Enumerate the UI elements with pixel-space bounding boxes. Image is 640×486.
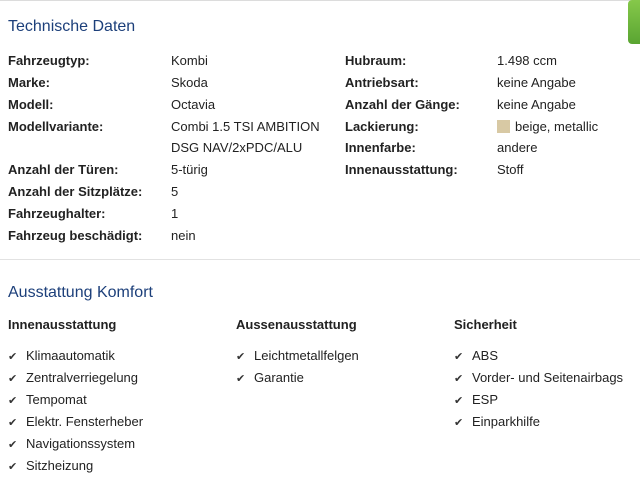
list-item: ✔ ESP — [454, 392, 498, 407]
check-icon: ✔ — [8, 417, 18, 429]
check-icon: ✔ — [8, 351, 18, 363]
feature-label: ESP — [472, 392, 499, 407]
check-icon: ✔ — [454, 351, 464, 363]
check-icon: ✔ — [454, 395, 464, 407]
spec-label-damaged: Fahrzeug beschädigt: — [8, 228, 143, 243]
list-item: ✔ Garantie — [236, 370, 304, 385]
list-item: ✔ Sitzheizung — [8, 458, 93, 473]
list-item: ✔ Navigationssystem — [8, 436, 135, 451]
spec-value-interior-color: andere — [497, 140, 538, 155]
spec-label-variant: Modellvariante: — [8, 119, 104, 134]
spec-label-drive-type: Antriebsart: — [345, 75, 419, 90]
spec-value-drive-type: keine Angabe — [497, 75, 576, 90]
spec-value-brand: Skoda — [171, 75, 208, 90]
check-icon: ✔ — [454, 373, 464, 385]
feature-label: Tempomat — [26, 392, 87, 407]
check-icon: ✔ — [8, 439, 18, 451]
feature-heading-exterior: Aussenausstattung — [236, 317, 357, 332]
spec-value-paint: beige, metallic — [515, 119, 599, 134]
spec-value-variant: Combi 1.5 TSI AMBITION — [171, 119, 320, 134]
spec-label-upholstery: Innenausstattung: — [345, 162, 458, 177]
feature-label: Leichtmetallfelgen — [254, 348, 359, 363]
list-item: ✔ Klimaautomatik — [8, 348, 115, 363]
spec-label-model: Modell: — [8, 97, 54, 112]
spec-value-doors: 5-türig — [171, 162, 208, 177]
spec-label-doors: Anzahl der Türen: — [8, 162, 119, 177]
feature-heading-safety: Sicherheit — [454, 317, 517, 332]
spec-value-damaged: nein — [171, 228, 196, 243]
check-icon: ✔ — [8, 461, 18, 473]
feature-label: ABS — [472, 348, 499, 363]
spec-value-gears: keine Angabe — [497, 97, 576, 112]
spec-value-displacement: 1.498 ccm — [497, 53, 557, 68]
section-divider — [0, 259, 640, 260]
check-icon: ✔ — [454, 417, 464, 429]
feature-label: Sitzheizung — [26, 458, 94, 473]
spec-value-variant-line2: DSG NAV/2xPDC/ALU — [171, 140, 303, 155]
feature-label: Klimaautomatik — [26, 348, 115, 363]
list-item: ✔ Vorder- und Seitenairbags — [454, 370, 623, 385]
spec-label-displacement: Hubraum: — [345, 53, 407, 68]
list-item: ✔ ABS — [454, 348, 498, 363]
green-action-tab[interactable] — [628, 0, 640, 44]
spec-label-vehicle-type: Fahrzeugtyp: — [8, 53, 90, 68]
check-icon: ✔ — [236, 351, 246, 363]
feature-label: Navigationssystem — [26, 436, 136, 451]
spec-value-paint-wrap: beige, metallic — [497, 119, 598, 134]
paint-color-swatch — [497, 120, 510, 133]
feature-label: Vorder- und Seitenairbags — [472, 370, 624, 385]
spec-value-upholstery: Stoff — [497, 162, 524, 177]
spec-value-vehicle-type: Kombi — [171, 53, 208, 68]
spec-value-owners: 1 — [171, 206, 179, 221]
spec-label-gears: Anzahl der Gänge: — [345, 97, 460, 112]
spec-label-paint: Lackierung: — [345, 119, 419, 134]
feature-label: Einparkhilfe — [472, 414, 540, 429]
check-icon: ✔ — [8, 395, 18, 407]
comfort-equipment-title: Ausstattung Komfort — [8, 284, 153, 301]
feature-label: Garantie — [254, 370, 304, 385]
feature-label: Zentralverriegelung — [26, 370, 139, 385]
feature-heading-interior: Innenausstattung — [8, 317, 117, 332]
spec-label-seats: Anzahl der Sitzplätze: — [8, 184, 143, 199]
list-item: ✔ Zentralverriegelung — [8, 370, 138, 385]
technical-data-title: Technische Daten — [8, 18, 136, 35]
spec-label-interior-color: Innenfarbe: — [345, 140, 416, 155]
feature-label: Elektr. Fensterheber — [26, 414, 144, 429]
list-item: ✔ Einparkhilfe — [454, 414, 540, 429]
check-icon: ✔ — [236, 373, 246, 385]
spec-value-model: Octavia — [171, 97, 216, 112]
spec-label-owners: Fahrzeughalter: — [8, 206, 106, 221]
spec-value-seats: 5 — [171, 184, 179, 199]
list-item: ✔ Tempomat — [8, 392, 87, 407]
check-icon: ✔ — [8, 373, 18, 385]
spec-label-brand: Marke: — [8, 75, 50, 90]
top-border — [0, 0, 640, 1]
list-item: ✔ Leichtmetallfelgen — [236, 348, 359, 363]
list-item: ✔ Elektr. Fensterheber — [8, 414, 143, 429]
